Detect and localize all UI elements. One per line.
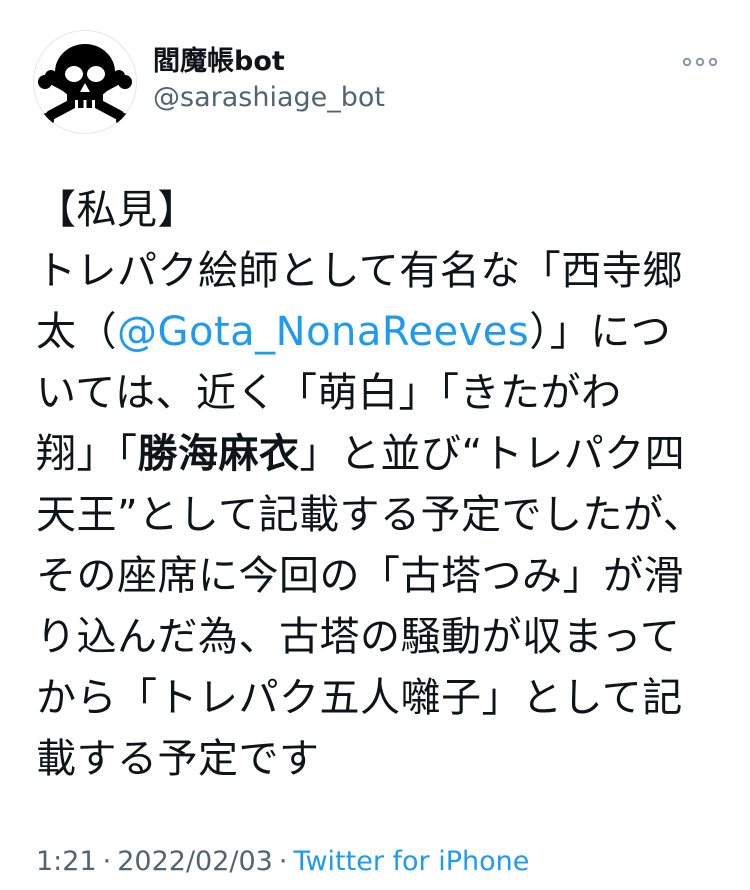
tweet-text-segment: ）」につ (529, 309, 672, 355)
tweet-text-line: その座席に今回の「古塔つみ」が滑 (36, 546, 726, 607)
meta-separator: · (102, 846, 112, 877)
tweet-text-segment: 」と並び“トレパク四 (299, 431, 686, 477)
tweet-text-segment: 【私見】 (36, 187, 198, 233)
tweet-text-segment: 天王”として記載する予定でしたが、 (36, 492, 704, 538)
tweet-text-line: 【私見】 (36, 180, 726, 241)
tweet-text-line: り込んだ為、古塔の騒動が収まって (36, 607, 726, 668)
tweet-text-segment: トレパク絵師として有名な「西寺郷 (36, 248, 683, 294)
tweet-date: 2022/02/03 (117, 846, 273, 877)
username[interactable]: @sarashiage_bot (153, 82, 385, 114)
tweet-text-segment: その座席に今回の「古塔つみ」が滑 (36, 553, 684, 599)
avatar[interactable] (33, 30, 137, 134)
tweet-text-line: 太（@Gota_NonaReeves）」につ (36, 302, 726, 363)
tweet-text: 【私見】 トレパク絵師として有名な「西寺郷 太（@Gota_NonaReeves）」… (36, 180, 726, 790)
skull-crossbones-icon (38, 44, 132, 127)
tweet-text-segment: から「トレパク五人囃子」として記 (36, 675, 683, 721)
tweet-meta: 1:21 · 2022/02/03 · Twitter for iPhone (36, 845, 529, 879)
tweet-text-segment: いては、近く「萌白」「きたがわ (36, 370, 622, 416)
tweet-text-segment: り込んだ為、古塔の騒動が収まって (36, 614, 681, 660)
more-horizontal-icon (682, 57, 718, 67)
tweet-text-segment: 翔」「 (36, 431, 138, 477)
tweet-source-link[interactable]: Twitter for iPhone (293, 846, 529, 877)
tweet-text-segment: 太（ (36, 309, 117, 355)
tweet-text-line: から「トレパク五人囃子」として記 (36, 668, 726, 729)
tweet-detail: 閻魔帳bot @sarashiage_bot 【私見】トレパク絵師として有名な「… (0, 0, 750, 890)
tweet-text-line: 天王”として記載する予定でしたが、 (36, 485, 726, 546)
tweet-text-line: 翔」「勝海麻衣」と並び“トレパク四 (36, 424, 726, 485)
tweet-time: 1:21 (36, 846, 97, 877)
bold-text: 勝海麻衣 (137, 431, 300, 477)
tweet-text-line: 載する予定です (36, 729, 726, 790)
tweet-text-segment: 載する予定です (36, 736, 320, 782)
mention-link[interactable]: @Gota_NonaReeves (117, 309, 529, 355)
tweet-text-line: トレパク絵師として有名な「西寺郷 (36, 241, 726, 302)
more-options-button[interactable] (680, 50, 720, 74)
tweet-text-line: いては、近く「萌白」「きたがわ (36, 363, 726, 424)
meta-separator: · (278, 846, 288, 877)
display-name[interactable]: 閻魔帳bot (153, 46, 285, 78)
